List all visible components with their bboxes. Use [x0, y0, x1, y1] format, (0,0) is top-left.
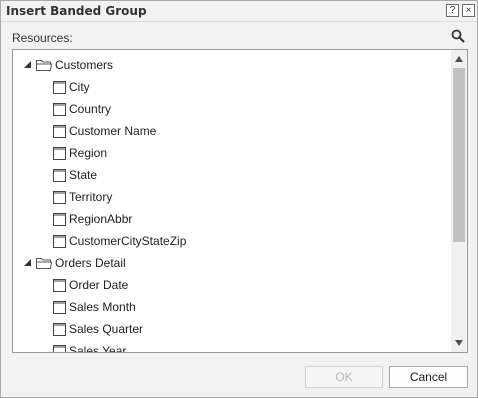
tree-field-label: Sales Year: [69, 344, 127, 353]
field-icon: [53, 212, 66, 226]
field-icon: [53, 146, 66, 160]
tree-field-label: Territory: [69, 190, 113, 204]
field-icon: [53, 168, 66, 182]
scrollbar-thumb[interactable]: [453, 68, 465, 242]
tree-field-row[interactable]: Region: [53, 144, 107, 162]
tree-field-label: RegionAbbr: [69, 212, 133, 226]
scroll-down-arrow-icon[interactable]: [455, 340, 463, 346]
tree-field-row[interactable]: Country: [53, 100, 111, 118]
field-icon: [53, 124, 66, 138]
field-icon: [53, 278, 66, 292]
tree-field-label: Order Date: [69, 278, 129, 292]
tree-field-label: Customer Name: [69, 124, 157, 138]
tree-field-row[interactable]: Customer Name: [53, 122, 156, 140]
tree-group-label: Orders Detail: [55, 256, 126, 270]
tree-field-label: State: [69, 168, 98, 182]
ok-button[interactable]: OK: [305, 366, 383, 388]
tree-field-label: Country: [69, 102, 112, 116]
field-icon: [53, 80, 66, 94]
field-icon: [53, 234, 66, 248]
close-icon: ×: [465, 4, 472, 16]
resource-tree[interactable]: Customers City Country Customer Name Region S…: [12, 49, 468, 353]
tree-field-row[interactable]: RegionAbbr: [53, 210, 132, 228]
dialog-title: Insert Banded Group: [6, 4, 147, 18]
tree-field-row[interactable]: Sales Month: [53, 298, 136, 316]
close-button[interactable]: ×: [462, 4, 475, 17]
title-bar: Insert Banded Group ? ×: [1, 1, 477, 22]
tree-field-label: Region: [69, 146, 108, 160]
scroll-up-arrow-icon[interactable]: [455, 56, 463, 62]
tree-field-row[interactable]: Sales Year: [53, 342, 127, 353]
tree-field-row[interactable]: Order Date: [53, 276, 128, 294]
tree-group-label: Customers: [55, 58, 114, 72]
cancel-button[interactable]: Cancel: [389, 366, 468, 388]
field-icon: [53, 322, 66, 336]
tree-field-row[interactable]: Sales Quarter: [53, 320, 143, 338]
collapse-triangle-icon[interactable]: [23, 60, 33, 70]
folder-icon: [36, 258, 52, 269]
tree-group-row[interactable]: Customers: [23, 56, 113, 74]
tree-field-label: City: [69, 80, 90, 94]
search-icon[interactable]: [451, 29, 465, 43]
tree-field-label: CustomerCityStateZip: [69, 234, 187, 248]
tree-field-label: Sales Quarter: [69, 322, 144, 336]
field-icon: [53, 344, 66, 352]
field-icon: [53, 190, 66, 204]
help-icon: ?: [449, 4, 456, 16]
vertical-scrollbar[interactable]: [451, 50, 467, 352]
tree-group-row[interactable]: Orders Detail: [23, 254, 126, 272]
resources-label: Resources:: [12, 31, 73, 45]
tree-field-row[interactable]: CustomerCityStateZip: [53, 232, 186, 250]
collapse-triangle-icon[interactable]: [23, 258, 33, 268]
tree-field-row[interactable]: City: [53, 78, 90, 96]
tree-field-label: Sales Month: [69, 300, 136, 314]
help-button[interactable]: ?: [446, 4, 459, 17]
field-icon: [53, 102, 66, 116]
field-icon: [53, 300, 66, 314]
insert-banded-group-dialog: Insert Banded Group ? × Resources: Custo…: [0, 0, 478, 398]
tree-field-row[interactable]: State: [53, 166, 97, 184]
folder-icon: [36, 60, 52, 71]
tree-field-row[interactable]: Territory: [53, 188, 112, 206]
